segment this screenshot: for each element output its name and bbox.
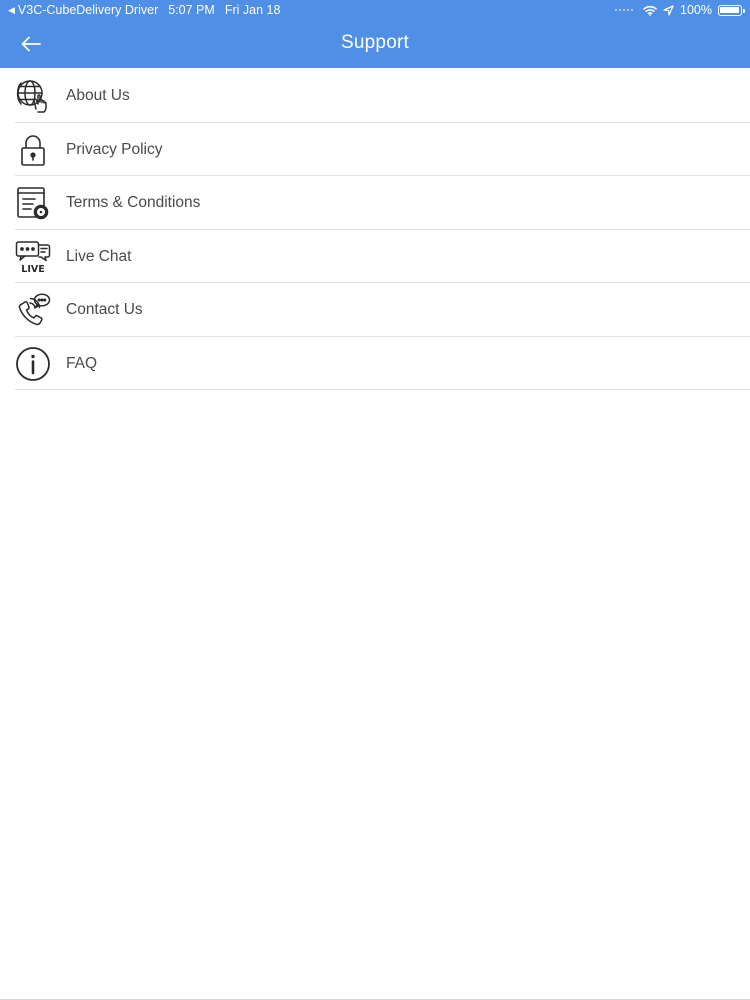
app-header: ◀ V3C-CubeDelivery Driver 5:07 PM Fri Jan 1… — [0, 0, 750, 68]
status-date: Fri Jan 18 — [224, 3, 281, 17]
battery-icon — [718, 4, 745, 16]
status-bar: ◀ V3C-CubeDelivery Driver 5:07 PM Fri Jan 1… — [0, 0, 750, 20]
support-menu: About Us Privacy Policy Terms & Conditio… — [0, 69, 750, 390]
nav-bar: Support — [0, 20, 750, 68]
menu-item-contact-us[interactable]: Contact Us — [0, 283, 750, 337]
back-to-app-label[interactable]: V3C-CubeDelivery Driver — [18, 3, 158, 17]
menu-item-about-us[interactable]: About Us — [0, 69, 750, 123]
document-gear-icon — [15, 185, 51, 221]
location-icon — [663, 4, 674, 16]
menu-item-label: Terms & Conditions — [66, 194, 201, 211]
phone-bubble-icon — [15, 292, 51, 328]
live-chat-icon: LIVE — [15, 239, 51, 275]
status-left: ◀ V3C-CubeDelivery Driver 5:07 PM Fri Jan 1… — [8, 0, 280, 20]
lock-icon — [15, 132, 51, 168]
menu-item-label: Live Chat — [66, 247, 132, 265]
signal-dots-icon — [615, 9, 634, 11]
menu-item-label: Contact Us — [66, 301, 143, 318]
menu-item-faq[interactable]: FAQ — [0, 337, 750, 391]
back-to-app-icon[interactable]: ◀ — [8, 0, 15, 20]
svg-text:LIVE: LIVE — [21, 264, 44, 275]
menu-item-privacy-policy[interactable]: Privacy Policy — [0, 123, 750, 177]
menu-item-label: FAQ — [66, 354, 98, 372]
page-title: Support — [341, 32, 409, 53]
menu-item-label: Privacy Policy — [66, 140, 163, 158]
battery-percent: 100% — [680, 3, 712, 17]
status-time: 5:07 PM — [168, 3, 215, 17]
menu-item-label: About Us — [66, 87, 130, 104]
globe-hand-icon — [15, 78, 51, 114]
info-icon — [15, 346, 51, 382]
wifi-icon — [643, 5, 657, 16]
status-right: 100% — [615, 0, 745, 20]
menu-item-live-chat[interactable]: LIVE Live Chat — [0, 230, 750, 284]
menu-item-terms-conditions[interactable]: Terms & Conditions — [0, 176, 750, 230]
